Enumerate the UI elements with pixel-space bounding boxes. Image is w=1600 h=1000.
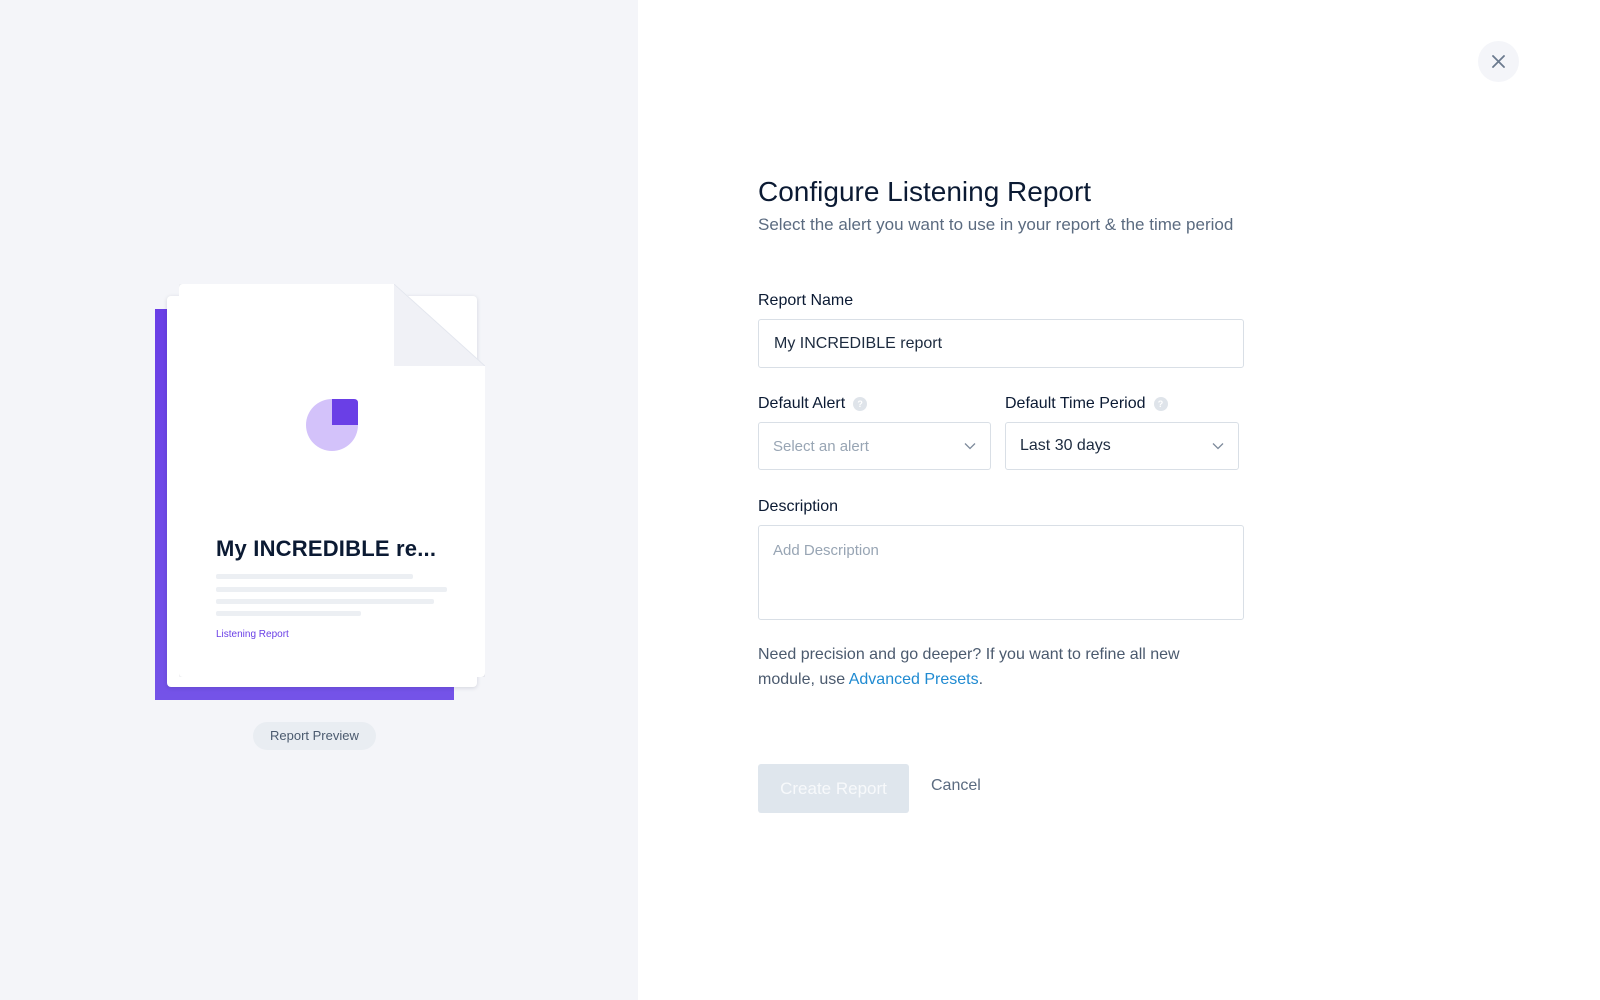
preview-doc-text-line (216, 574, 413, 579)
question-mark-icon[interactable]: ? (853, 397, 868, 411)
advanced-presets-help-text: Need precision and go deeper? If you wan… (758, 646, 1180, 688)
question-mark-icon[interactable]: ? (1153, 397, 1168, 411)
report-name-label: Report Name (758, 292, 854, 309)
preview-doc-text-line (216, 587, 447, 592)
report-preview-panel: My INCREDIBLE re... Listening Report Rep… (0, 0, 638, 1000)
preview-doc-type-tag: Listening Report (216, 629, 289, 640)
advanced-presets-link[interactable]: Advanced Presets (849, 671, 979, 688)
preview-doc-text-line (216, 599, 434, 604)
default-time-period-value: Last 30 days (1020, 437, 1111, 454)
close-button[interactable] (1478, 41, 1519, 82)
cancel-button[interactable]: Cancel (931, 777, 981, 795)
default-alert-label: Default Alert ? (758, 395, 868, 413)
doc-folded-corner (394, 284, 485, 366)
description-textarea[interactable] (758, 525, 1244, 620)
default-time-period-label: Default Time Period ? (1005, 395, 1168, 413)
chevron-down-icon (1212, 443, 1224, 450)
page-subtitle: Select the alert you want to use in your… (758, 215, 1234, 234)
pie-chart-icon (306, 399, 358, 451)
preview-doc-title: My INCREDIBLE re... (216, 536, 437, 561)
default-alert-placeholder: Select an alert (773, 437, 869, 455)
chevron-down-icon (964, 443, 976, 450)
default-time-period-select[interactable]: Last 30 days (1005, 422, 1239, 470)
page-title: Configure Listening Report (758, 176, 1092, 207)
description-label: Description (758, 498, 839, 515)
report-preview-badge: Report Preview (253, 722, 376, 750)
report-name-input[interactable] (758, 319, 1244, 368)
default-alert-select[interactable]: Select an alert (758, 422, 991, 470)
preview-doc-text-line (216, 611, 361, 616)
create-report-button[interactable]: Create Report (758, 764, 909, 813)
close-icon (1492, 55, 1505, 68)
